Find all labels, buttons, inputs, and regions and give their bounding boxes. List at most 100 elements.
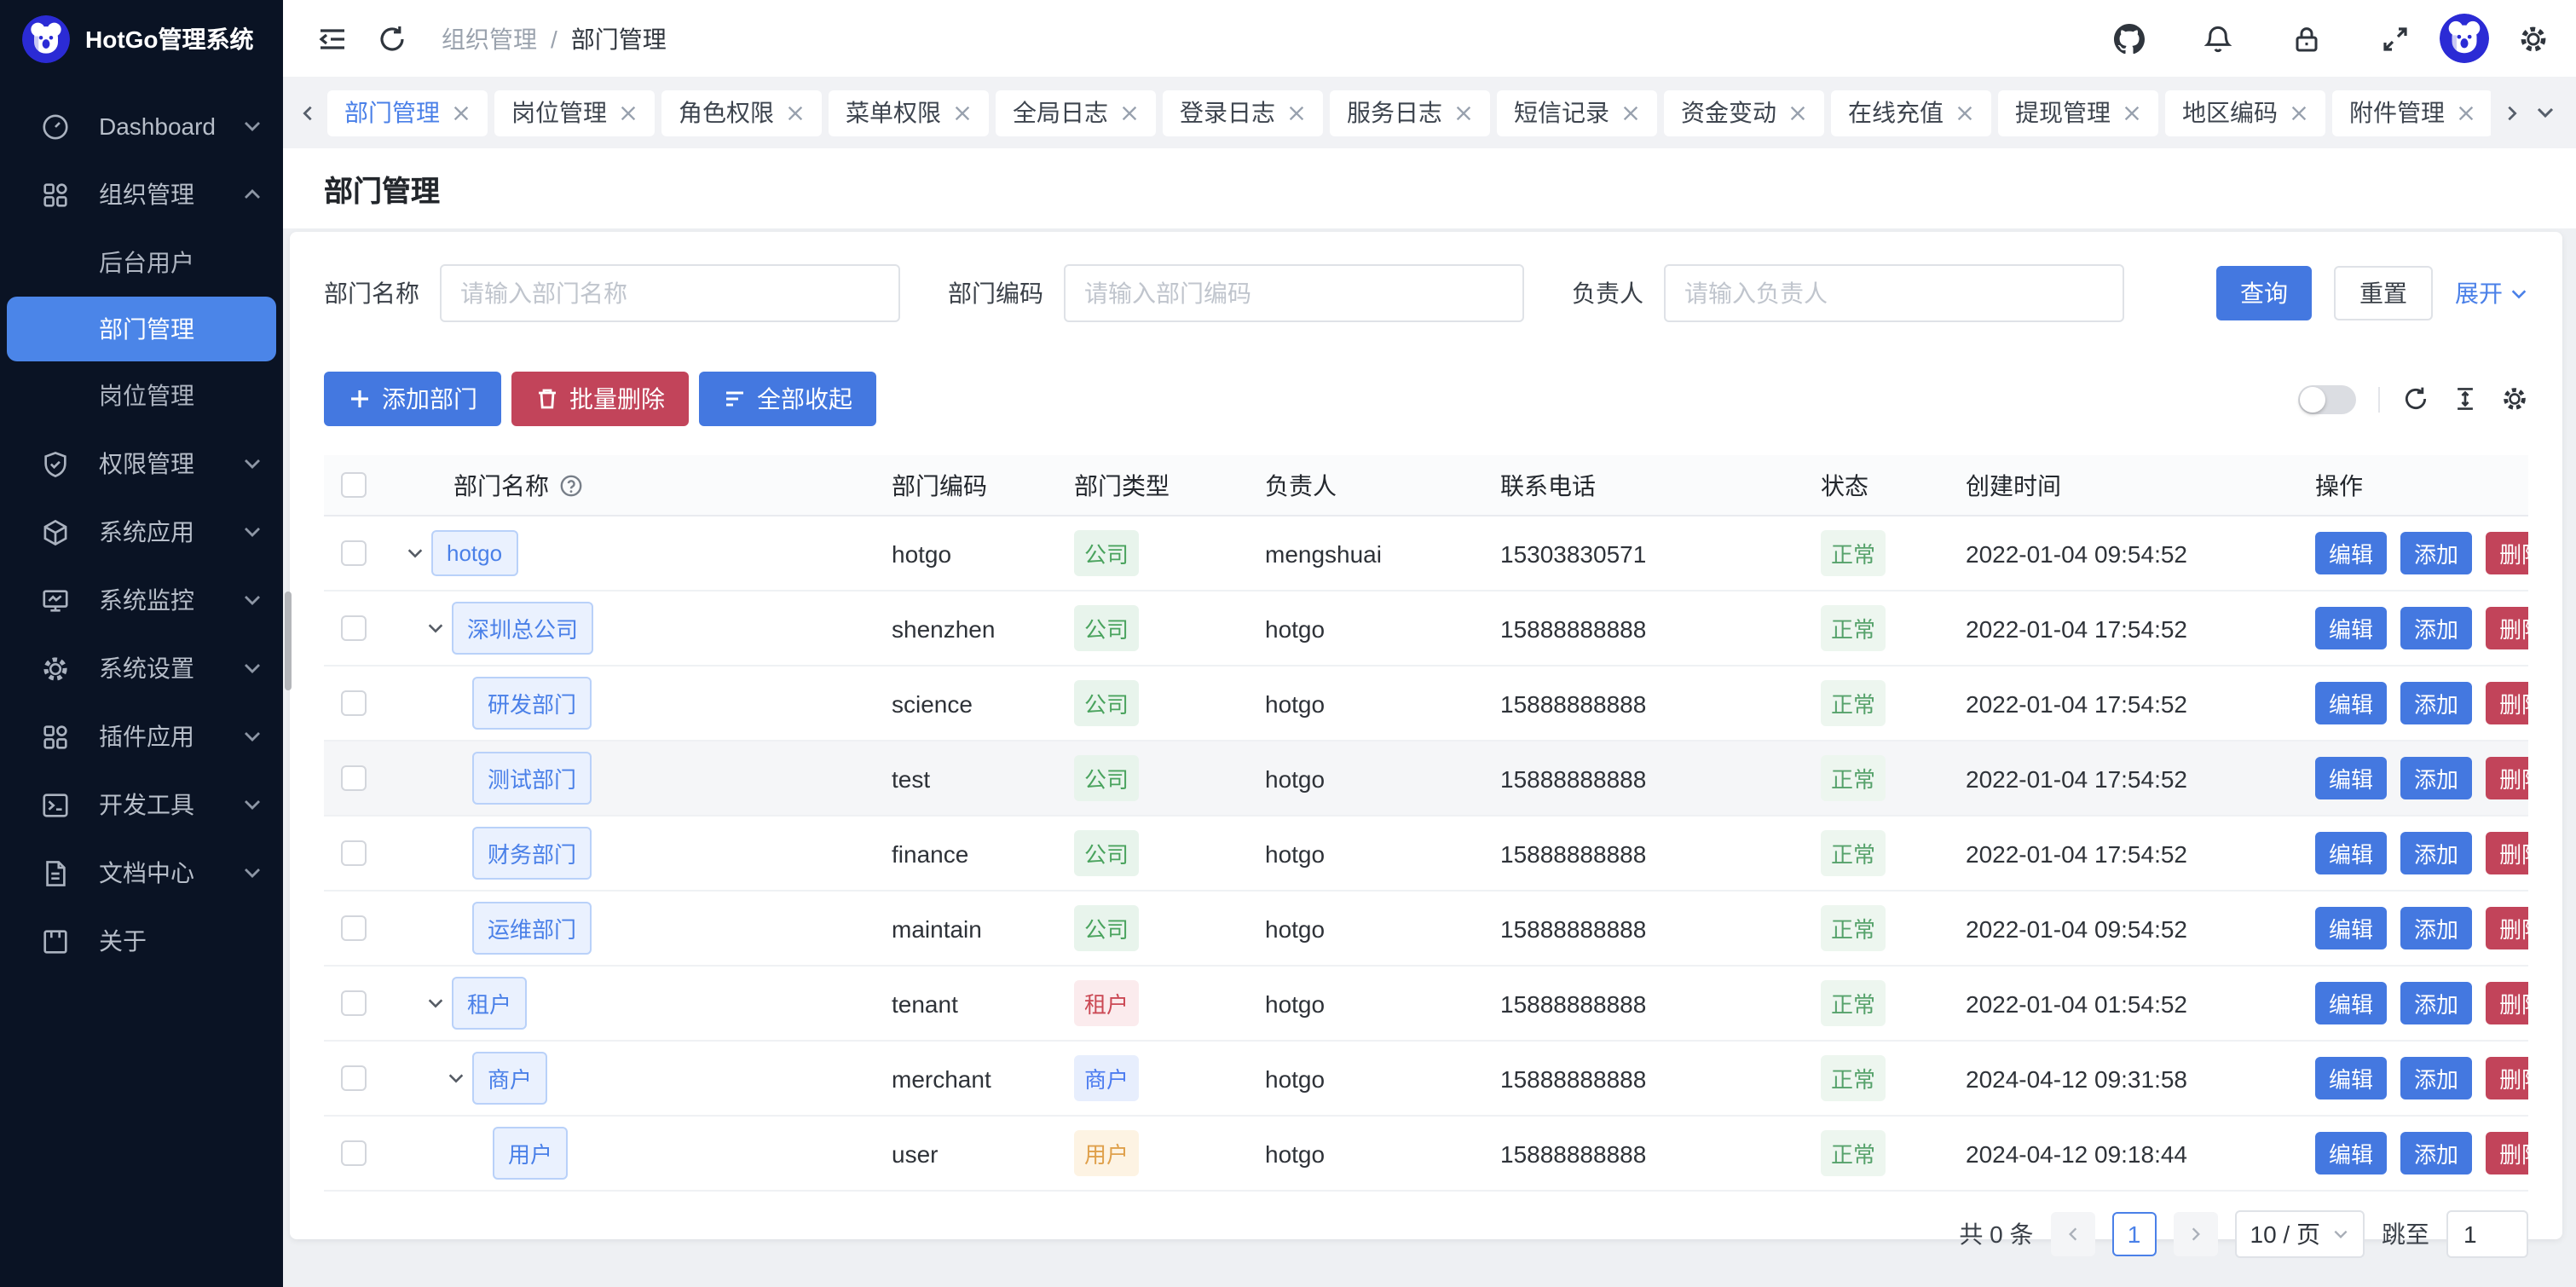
prev-page-button[interactable]	[2051, 1212, 2095, 1256]
dept-name-tag[interactable]: hotgo	[431, 530, 517, 576]
delete-button[interactable]: 删除	[2486, 757, 2528, 799]
next-page-button[interactable]	[2174, 1212, 2218, 1256]
row-checkbox[interactable]	[341, 1065, 367, 1091]
row-checkbox[interactable]	[341, 840, 367, 866]
table-refresh-icon[interactable]	[2402, 385, 2429, 413]
refresh-page-icon[interactable]	[377, 23, 407, 54]
add-button[interactable]: 添加	[2400, 907, 2472, 949]
github-icon[interactable]	[2114, 23, 2145, 54]
fullscreen-icon[interactable]	[2380, 23, 2411, 54]
add-button[interactable]: 添加	[2400, 832, 2472, 874]
delete-button[interactable]: 删除	[2486, 682, 2528, 724]
dept-name-tag[interactable]: 测试部门	[472, 752, 592, 805]
tab-funds[interactable]: 资金变动	[1664, 89, 1824, 136]
dept-name-tag[interactable]: 租户	[452, 977, 527, 1030]
delete-button[interactable]: 删除	[2486, 982, 2528, 1024]
app-logo-row[interactable]: HotGo管理系统	[0, 0, 283, 78]
delete-button[interactable]: 删除	[2486, 607, 2528, 649]
tab-role[interactable]: 角色权限	[661, 89, 822, 136]
add-dept-button[interactable]: 添加部门	[324, 372, 501, 426]
tab-sms-log[interactable]: 短信记录	[1497, 89, 1657, 136]
expand-filters-link[interactable]: 展开	[2455, 276, 2528, 310]
add-button[interactable]: 添加	[2400, 682, 2472, 724]
edit-button[interactable]: 编辑	[2315, 757, 2387, 799]
delete-button[interactable]: 删除	[2486, 907, 2528, 949]
row-checkbox[interactable]	[341, 990, 367, 1016]
tab-withdraw[interactable]: 提现管理	[1998, 89, 2158, 136]
tab-attachment[interactable]: 附件管理	[2332, 89, 2491, 136]
tab-menu[interactable]: 菜单权限	[829, 89, 989, 136]
edit-button[interactable]: 编辑	[2315, 532, 2387, 574]
close-tab-icon[interactable]	[2457, 103, 2475, 122]
row-checkbox[interactable]	[341, 915, 367, 941]
sidebar-item-dept-mgmt[interactable]: 部门管理	[7, 297, 276, 361]
tab-global-log[interactable]: 全局日志	[996, 89, 1156, 136]
dept-name-tag[interactable]: 研发部门	[472, 677, 592, 730]
sidebar-item-sys-app[interactable]: 系统应用	[0, 498, 283, 566]
column-settings-gear-icon[interactable]	[2501, 385, 2528, 413]
add-button[interactable]: 添加	[2400, 982, 2472, 1024]
settings-gear-icon[interactable]	[2518, 23, 2549, 54]
page-size-select[interactable]: 10 / 页	[2235, 1210, 2365, 1258]
add-button[interactable]: 添加	[2400, 757, 2472, 799]
close-tab-icon[interactable]	[2290, 103, 2308, 122]
dept-code-input[interactable]	[1064, 264, 1524, 322]
close-tab-icon[interactable]	[452, 103, 471, 122]
close-tab-icon[interactable]	[1955, 103, 1974, 122]
tabs-menu-icon[interactable]	[2532, 90, 2559, 135]
expand-row-icon[interactable]	[406, 544, 431, 563]
edit-button[interactable]: 编辑	[2315, 682, 2387, 724]
sidebar-item-perm[interactable]: 权限管理	[0, 430, 283, 498]
tab-region[interactable]: 地区编码	[2165, 89, 2325, 136]
sidebar-item-docs[interactable]: 文档中心	[0, 839, 283, 907]
sidebar-scrollbar[interactable]	[285, 592, 292, 690]
close-tab-icon[interactable]	[619, 103, 638, 122]
tab-dept[interactable]: 部门管理	[327, 89, 488, 136]
breadcrumb-parent[interactable]: 组织管理	[442, 21, 537, 55]
expand-row-icon[interactable]	[447, 1069, 472, 1088]
close-tab-icon[interactable]	[1454, 103, 1473, 122]
add-button[interactable]: 添加	[2400, 1057, 2472, 1099]
tab-recharge[interactable]: 在线充值	[1831, 89, 1991, 136]
close-tab-icon[interactable]	[1788, 103, 1807, 122]
dept-name-tag[interactable]: 商户	[472, 1052, 547, 1105]
row-checkbox[interactable]	[341, 615, 367, 641]
dept-name-tag[interactable]: 财务部门	[472, 827, 592, 880]
sidebar-item-backend-users[interactable]: 后台用户	[0, 228, 283, 297]
close-tab-icon[interactable]	[2123, 103, 2141, 122]
tab-service-log[interactable]: 服务日志	[1330, 89, 1490, 136]
sidebar-item-devtool[interactable]: 开发工具	[0, 770, 283, 839]
reset-button[interactable]: 重置	[2334, 266, 2433, 320]
tab-login-log[interactable]: 登录日志	[1163, 89, 1323, 136]
close-tab-icon[interactable]	[1621, 103, 1640, 122]
sidebar-item-plugin[interactable]: 插件应用	[0, 702, 283, 770]
tabs-scroll-right-icon[interactable]	[2498, 90, 2525, 135]
sidebar-item-sys-setting[interactable]: 系统设置	[0, 634, 283, 702]
sidebar-item-dashboard[interactable]: Dashboard	[0, 92, 283, 160]
notifications-bell-icon[interactable]	[2203, 23, 2233, 54]
expand-row-icon[interactable]	[426, 994, 452, 1013]
row-checkbox[interactable]	[341, 540, 367, 566]
sidebar-item-org[interactable]: 组织管理	[0, 160, 283, 228]
row-checkbox[interactable]	[341, 1140, 367, 1166]
select-all-checkbox[interactable]	[341, 472, 367, 498]
sidebar-item-post-mgmt[interactable]: 岗位管理	[0, 361, 283, 430]
dept-name-tag[interactable]: 运维部门	[472, 902, 592, 955]
add-button[interactable]: 添加	[2400, 607, 2472, 649]
edit-button[interactable]: 编辑	[2315, 1132, 2387, 1174]
edit-button[interactable]: 编辑	[2315, 982, 2387, 1024]
sidebar-item-about[interactable]: 关于	[0, 907, 283, 975]
jump-page-input[interactable]	[2446, 1210, 2528, 1258]
delete-button[interactable]: 删除	[2486, 1132, 2528, 1174]
edit-button[interactable]: 编辑	[2315, 1057, 2387, 1099]
edit-button[interactable]: 编辑	[2315, 907, 2387, 949]
leader-input[interactable]	[1664, 264, 2124, 322]
row-checkbox[interactable]	[341, 765, 367, 791]
dept-name-tag[interactable]: 用户	[493, 1127, 568, 1180]
delete-button[interactable]: 删除	[2486, 532, 2528, 574]
edit-button[interactable]: 编辑	[2315, 832, 2387, 874]
help-circle-icon[interactable]	[559, 473, 583, 497]
dept-name-tag[interactable]: 深圳总公司	[452, 602, 593, 655]
close-tab-icon[interactable]	[1120, 103, 1139, 122]
expand-row-icon[interactable]	[426, 619, 452, 638]
